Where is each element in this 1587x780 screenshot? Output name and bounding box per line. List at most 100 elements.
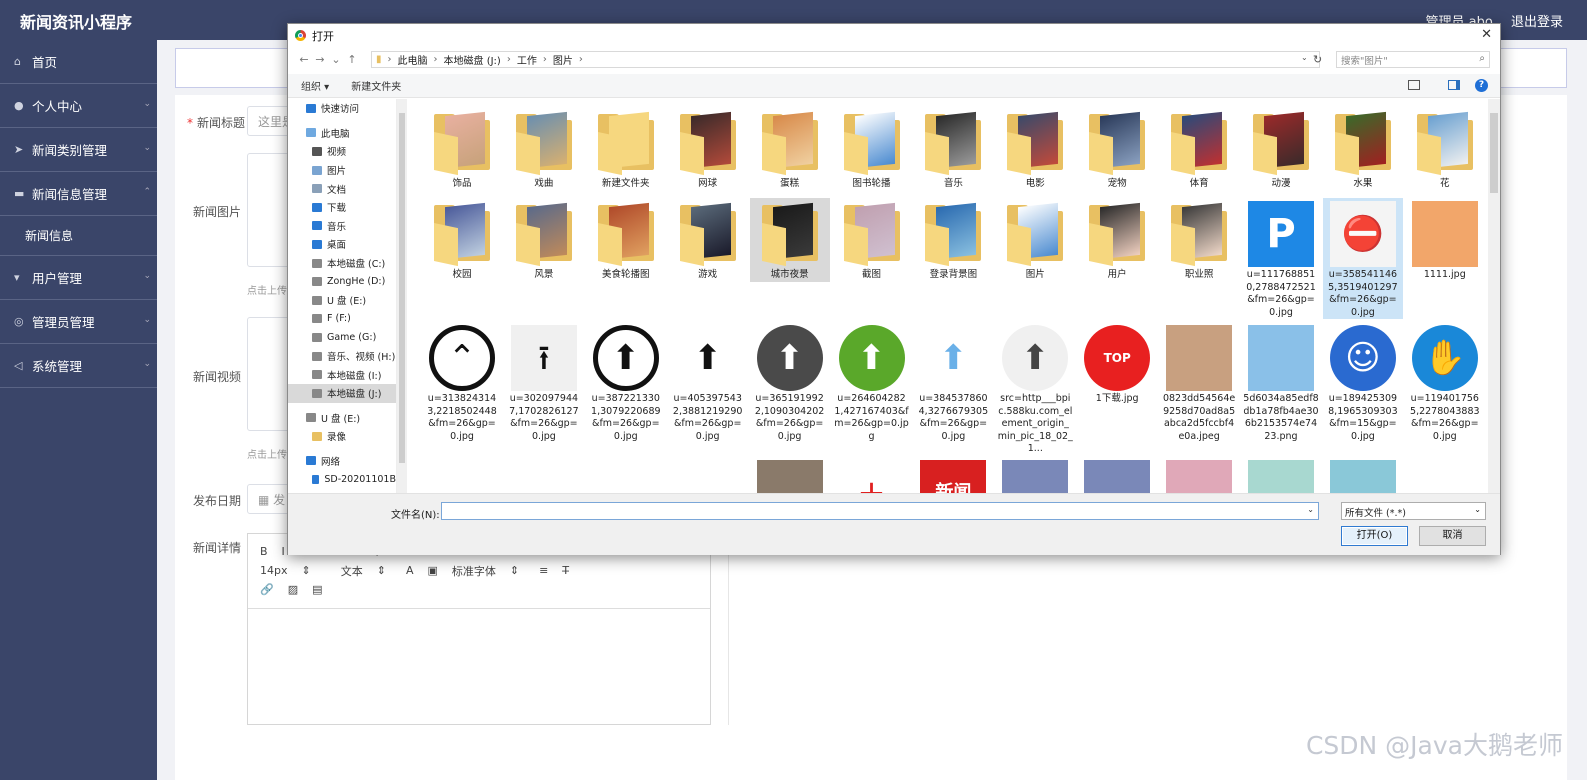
font-size-select[interactable]: 14px	[260, 564, 288, 577]
folder-item[interactable]: 宠物	[1077, 107, 1157, 191]
file-item[interactable]: ☺ u=1894253098,1965309303&fm=15&gp=0.jpg	[1323, 322, 1403, 443]
align-button[interactable]: ≡	[539, 564, 548, 577]
nav-item[interactable]: 本地磁盘 (I:)	[288, 365, 396, 384]
preview-pane-icon[interactable]	[1448, 80, 1460, 90]
help-icon[interactable]: ?	[1475, 79, 1488, 92]
file-item[interactable]: ⛔ u=3585411465,3519401297&fm=26&gp=0.jpg	[1322, 198, 1403, 319]
font-color-button[interactable]: A	[406, 564, 414, 577]
nav-item[interactable]: SD-20201101B	[288, 470, 396, 489]
folder-item[interactable]: 图片	[995, 198, 1075, 282]
nav-item[interactable]: F (F:)	[288, 310, 396, 329]
folder-item[interactable]: 饰品	[422, 107, 502, 191]
new-folder-button[interactable]: 新建文件夹	[351, 78, 401, 93]
sidebar-item-news-manage[interactable]: ▬ 新闻信息管理 ⌃	[0, 172, 157, 216]
sidebar-subitem-news-info[interactable]: 新闻信息	[0, 216, 157, 256]
clear-format-button[interactable]: T̶	[562, 564, 569, 577]
nav-item[interactable]: Game (G:)	[288, 328, 396, 347]
breadcrumb-segment[interactable]: 此电脑	[398, 52, 428, 67]
nav-item[interactable]: ZongHe (D:)	[288, 272, 396, 291]
organize-button[interactable]: 组织 ▾	[301, 78, 329, 93]
italic-button[interactable]: I	[282, 545, 285, 558]
chevron-down-icon[interactable]: ⌄	[1307, 505, 1314, 514]
search-input[interactable]: 搜索"图片" ⌕	[1336, 51, 1490, 68]
file-item[interactable]: TOP 1下载.jpg	[1077, 322, 1157, 406]
dialog-titlebar[interactable]: 打开 ✕	[288, 24, 1500, 47]
font-family-select[interactable]: 标准字体	[452, 563, 496, 579]
folder-item[interactable]: 美食轮播图	[586, 198, 666, 282]
bold-button[interactable]: B	[260, 545, 268, 558]
up-arrow-icon[interactable]: ↑	[344, 53, 360, 66]
folder-item[interactable]: 游戏	[668, 198, 748, 282]
folder-item[interactable]: 网球	[668, 107, 748, 191]
file-item[interactable]	[995, 457, 1075, 493]
nav-item[interactable]: 桌面	[288, 235, 396, 254]
folder-item[interactable]: 职业照	[1159, 198, 1239, 282]
nav-item[interactable]: 本地磁盘 (J:)	[288, 383, 396, 403]
video-icon[interactable]: ▤	[312, 583, 322, 596]
link-icon[interactable]: 🔗	[260, 583, 274, 596]
file-open-dialog[interactable]: 打开 ✕ ← → ⌄ ↑ ▮ › 此电脑 › 本地磁盘 (J:) › 工作 › …	[287, 23, 1501, 555]
file-item[interactable]: ⬆ u=3651919922,1090304202&fm=26&gp=0.jpg	[750, 322, 830, 443]
sidebar-item-user-manage[interactable]: ▾ 用户管理 ⌄	[0, 256, 157, 300]
cancel-button[interactable]: 取消	[1419, 526, 1486, 546]
folder-item[interactable]: 新建文件夹	[586, 107, 666, 191]
view-mode-icon[interactable]	[1408, 80, 1420, 90]
breadcrumb-segment[interactable]: 本地磁盘 (J:)	[444, 52, 501, 67]
forward-arrow-icon[interactable]: →	[312, 53, 328, 66]
open-button[interactable]: 打开(O)	[1341, 526, 1408, 546]
breadcrumb-segment[interactable]: 图片	[553, 52, 573, 67]
file-item[interactable]	[1077, 457, 1157, 493]
close-icon[interactable]: ✕	[1481, 27, 1492, 42]
folder-item[interactable]: 水果	[1323, 107, 1403, 191]
folder-item[interactable]: 图书轮播	[832, 107, 912, 191]
nav-item[interactable]: 视频	[288, 142, 396, 161]
nav-item[interactable]: U 盘 (E:)	[288, 409, 396, 428]
folder-item[interactable]: 用户	[1077, 198, 1157, 282]
breadcrumb-segment[interactable]: 工作	[517, 52, 537, 67]
nav-item[interactable]: 网络	[288, 452, 396, 471]
file-item[interactable]: ⬆ u=4053975432,3881219290&fm=26&gp=0.jpg	[668, 322, 748, 443]
file-item[interactable]	[1323, 457, 1403, 493]
folder-item[interactable]: 戏曲	[504, 107, 584, 191]
nav-item[interactable]: 文档	[288, 179, 396, 198]
file-list-scrollbar[interactable]	[1488, 99, 1500, 493]
sidebar-item-admin-manage[interactable]: ◎ 管理员管理 ⌄	[0, 300, 157, 344]
nav-item[interactable]: 录像	[288, 427, 396, 446]
logout-link[interactable]: 退出登录	[1511, 15, 1563, 30]
file-item[interactable]	[422, 457, 502, 493]
filename-input[interactable]: ⌄	[441, 502, 1319, 520]
file-item[interactable]: 0823dd54564e9258d70ad8a5abca2d5fccbf4e0a…	[1159, 322, 1239, 443]
file-item[interactable]	[586, 457, 666, 493]
nav-item[interactable]: 图片	[288, 161, 396, 180]
sidebar-item-home[interactable]: ⌂ 首页	[0, 40, 157, 84]
folder-item[interactable]: 音乐	[913, 107, 993, 191]
folder-item[interactable]: 城市夜景	[749, 198, 830, 282]
folder-item[interactable]: 校园	[422, 198, 502, 282]
nav-item[interactable]: U 盘 (E:)	[288, 291, 396, 310]
folder-item[interactable]: 电影	[995, 107, 1075, 191]
nav-item[interactable]: 下载	[288, 198, 396, 217]
file-item[interactable]: ✋ u=1194017565,2278043883&fm=26&gp=0.jpg	[1405, 322, 1485, 443]
address-dropdown-icon[interactable]: ⌄	[1301, 53, 1308, 62]
nav-item[interactable]: 快速访问	[288, 99, 396, 118]
sidebar-item-personal-center[interactable]: ● 个人中心 ⌄	[0, 84, 157, 128]
file-item[interactable]: ⌃ u=3138243143,2218502448&fm=26&gp=0.jpg	[422, 322, 502, 443]
folder-item[interactable]: 蛋糕	[750, 107, 830, 191]
folder-item[interactable]: 体育	[1159, 107, 1239, 191]
file-item[interactable]	[504, 457, 584, 493]
image-icon[interactable]: ▨	[288, 583, 298, 596]
file-item[interactable]: Pu=1117688510,2788472521&fm=26&gp=0.jpg	[1241, 198, 1321, 319]
file-item[interactable]: ⬆ u=3845378604,3276679305&fm=26&gp=0.jpg	[913, 322, 993, 443]
nav-item[interactable]: 本地磁盘 (C:)	[288, 254, 396, 273]
file-item[interactable]: 5d6034a85edf8db1a78fb4ae306b2153574e7423…	[1241, 322, 1321, 443]
refresh-icon[interactable]: ↻	[1313, 53, 1322, 66]
folder-item[interactable]: 风景	[504, 198, 584, 282]
navigation-scrollbar[interactable]	[397, 99, 407, 493]
nav-item[interactable]: 此电脑	[288, 124, 396, 143]
file-item[interactable]	[1159, 457, 1239, 493]
folder-item[interactable]: 截图	[832, 198, 912, 282]
nav-item[interactable]: 音乐、视频 (H:)	[288, 347, 396, 366]
nav-item[interactable]: 音乐	[288, 217, 396, 236]
rich-text-editor[interactable]: B I U S ”” </> H₁ H₂ 1≡ •≡ x₂ x² ⇤ ⇥ 14p…	[247, 533, 711, 725]
folder-item[interactable]: 花	[1405, 107, 1485, 191]
